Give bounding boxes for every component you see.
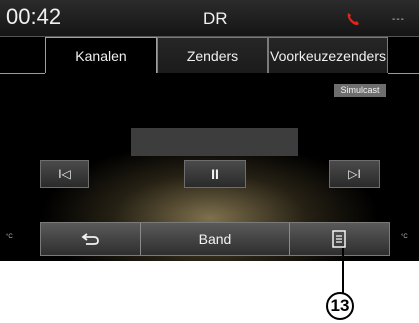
back-icon — [81, 233, 99, 245]
pause-button[interactable]: II — [184, 160, 246, 188]
phone-icon[interactable] — [345, 11, 361, 27]
simulcast-badge: Simulcast — [334, 84, 386, 97]
tab-voorkeuzezenders[interactable]: Voorkeuzezenders — [268, 37, 388, 73]
previous-button[interactable]: I◁ — [40, 160, 89, 188]
back-button[interactable] — [41, 223, 142, 255]
signal-icon: --- — [392, 14, 405, 25]
callout-number: 13 — [326, 292, 354, 320]
tab-bar: Kanalen Zenders Voorkeuzezenders — [45, 37, 388, 73]
list-icon — [332, 230, 347, 248]
tab-zenders[interactable]: Zenders — [157, 37, 268, 73]
status-bar: 00:42 DR --- — [0, 0, 419, 37]
station-name: DR — [203, 9, 228, 28]
bottom-bar: Band — [40, 222, 390, 256]
next-button[interactable]: ▷I — [329, 160, 380, 188]
temperature-left: °C — [6, 234, 13, 240]
tab-kanalen[interactable]: Kanalen — [45, 37, 157, 73]
tab-underline-left — [0, 73, 45, 74]
clock: 00:42 — [6, 4, 62, 29]
callout-line — [342, 248, 344, 294]
radio-screen: 00:42 DR --- Kanalen Zenders Voorkeuzeze… — [0, 0, 419, 261]
band-button[interactable]: Band — [141, 223, 290, 255]
station-info-box — [131, 128, 298, 156]
list-button[interactable] — [290, 223, 389, 255]
tab-underline-right — [388, 73, 419, 74]
temperature-right: °C — [401, 234, 408, 240]
